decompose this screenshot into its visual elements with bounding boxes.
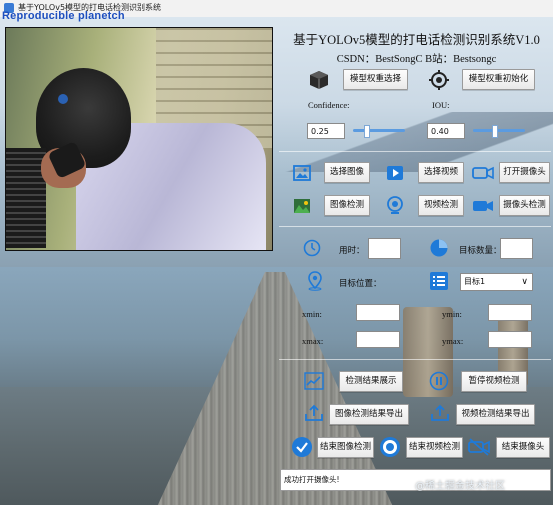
- confidence-spinbox[interactable]: 0.25: [307, 123, 345, 139]
- ymin-label: ymin:: [442, 309, 462, 319]
- export-video-results-button[interactable]: 视频检测结果导出: [456, 404, 535, 425]
- clock-icon: [302, 238, 322, 258]
- confidence-slider-handle[interactable]: [364, 125, 370, 138]
- video-watermark: Reproducible planetch: [2, 10, 125, 22]
- line-chart-icon: [303, 371, 325, 391]
- video-frame-keyboard: [6, 148, 46, 248]
- video-play-icon: [385, 163, 405, 183]
- stop-circle-icon: [378, 435, 402, 459]
- target-select[interactable]: 目标1 ∨: [460, 273, 533, 291]
- pie-chart-icon: [428, 237, 450, 259]
- ymax-value: [488, 331, 532, 348]
- location-pin-icon: [305, 270, 325, 292]
- end-camera-button[interactable]: 结束摄像头: [496, 437, 550, 458]
- check-circle-icon: [290, 435, 314, 459]
- crosshair-icon: [427, 68, 451, 92]
- landscape-icon: [292, 196, 312, 216]
- iou-slider[interactable]: [473, 125, 525, 138]
- open-camera-button[interactable]: 打开摄像头: [499, 162, 550, 183]
- cube-icon: [307, 68, 331, 92]
- page-subtitle: CSDN：BestSongC B站：Bestsongc: [336, 54, 497, 65]
- xmin-label: xmin:: [302, 309, 322, 319]
- video-detect-button[interactable]: 视频检测: [418, 195, 464, 216]
- export-image-results-button[interactable]: 图像检测结果导出: [329, 404, 409, 425]
- ymax-label: ymax:: [442, 336, 464, 346]
- xmin-value: [356, 304, 400, 321]
- camera-off-icon: [467, 435, 491, 459]
- page-title: 基于YOLOv5模型的打电话检测识别系统V1.0: [293, 33, 540, 47]
- select-image-button[interactable]: 选择图像: [324, 162, 370, 183]
- target-position-label: 目标位置：: [339, 278, 382, 288]
- count-value: [500, 238, 533, 259]
- iou-slider-handle[interactable]: [491, 125, 498, 138]
- target-select-value: 目标1: [464, 277, 486, 286]
- confidence-label: Confidence:: [308, 100, 350, 110]
- end-video-detect-button[interactable]: 结束视频检测: [406, 437, 463, 458]
- time-label: 用时：: [339, 245, 365, 255]
- count-label: 目标数量：: [459, 245, 502, 255]
- image-detect-button[interactable]: 图像检测: [324, 195, 370, 216]
- videocam-icon: [472, 196, 494, 216]
- camera-icon: [472, 163, 494, 183]
- chevron-down-icon: ∨: [521, 277, 528, 287]
- image-icon: [292, 163, 312, 183]
- upload-icon: [303, 403, 325, 423]
- separator: [279, 151, 551, 152]
- webcam-icon: [385, 195, 405, 217]
- site-watermark: @稀土掘金技术社区: [415, 481, 505, 492]
- separator: [279, 226, 551, 227]
- time-value: [368, 238, 401, 259]
- upload-icon: [429, 403, 451, 423]
- list-select-icon: [428, 270, 450, 292]
- confidence-slider[interactable]: [353, 125, 405, 138]
- pause-video-button[interactable]: 暂停视频检测: [461, 371, 527, 392]
- end-image-detect-button[interactable]: 结束图像检测: [317, 437, 374, 458]
- video-display: [5, 27, 273, 251]
- show-results-button[interactable]: 检测结果展示: [339, 371, 403, 392]
- pause-icon: [428, 370, 450, 392]
- init-weight-button[interactable]: 模型权重初始化: [462, 69, 535, 90]
- app-window: 基于YOLOv5模型的打电话检测识别系统 Reproducible planet…: [0, 0, 553, 505]
- select-video-button[interactable]: 选择视频: [418, 162, 464, 183]
- iou-spinbox[interactable]: 0.40: [427, 123, 465, 139]
- video-frame-marker: [58, 94, 68, 104]
- xmax-value: [356, 331, 400, 348]
- xmax-label: xmax:: [302, 336, 324, 346]
- select-weight-button[interactable]: 模型权重选择: [343, 69, 408, 90]
- iou-label: IOU:: [432, 100, 450, 110]
- ymin-value: [488, 304, 532, 321]
- separator: [279, 359, 551, 360]
- camera-detect-button[interactable]: 摄像头检测: [499, 195, 550, 216]
